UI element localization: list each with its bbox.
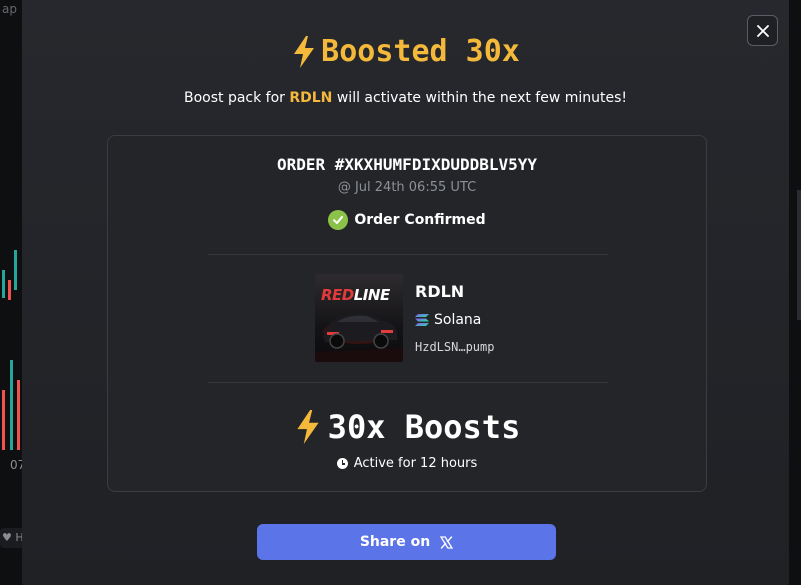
order-card: ORDER #XKXHUMFDIXDUDDBLV5YY @ Jul 24th 0… bbox=[107, 135, 707, 492]
subtitle-token-link: RDLN bbox=[289, 90, 333, 106]
token-image-logo-red: RED bbox=[321, 286, 354, 304]
background-candle bbox=[2, 270, 5, 298]
token-symbol: RDLN bbox=[415, 282, 465, 301]
share-button-label: Share on bbox=[359, 534, 431, 550]
background-candle bbox=[8, 280, 11, 300]
divider bbox=[208, 254, 608, 255]
lightning-bolt-icon bbox=[297, 410, 319, 444]
token-address[interactable]: HzdLSN…pump bbox=[415, 340, 494, 354]
order-timestamp: @ Jul 24th 06:55 UTC bbox=[337, 180, 477, 195]
order-status: Order Confirmed bbox=[108, 210, 706, 230]
token-chain-label: Solana bbox=[434, 312, 482, 328]
boost-confirmation-modal: Boosted 30x Boost pack for RDLN will act… bbox=[22, 0, 789, 585]
modal-title: Boosted 30x bbox=[321, 34, 520, 69]
lightning-bolt-icon bbox=[294, 35, 315, 68]
boost-duration: Active for 12 hours bbox=[108, 456, 706, 471]
subtitle-suffix: will activate within the next few minute… bbox=[332, 90, 628, 106]
background-candle bbox=[10, 360, 13, 450]
order-id: ORDER #XKXHUMFDIXDUDDBLV5YY bbox=[276, 155, 538, 174]
boost-summary: 30x Boosts bbox=[108, 408, 706, 446]
background-candle bbox=[17, 380, 20, 450]
boost-count: 30x Boosts bbox=[327, 408, 521, 446]
token-image-logo: REDLINE bbox=[321, 286, 390, 304]
subtitle-prefix: Boost pack for bbox=[183, 90, 290, 106]
share-on-x-button[interactable]: Share on bbox=[257, 524, 556, 560]
order-status-label: Order Confirmed bbox=[354, 212, 486, 228]
background-candle bbox=[2, 390, 5, 450]
x-logo-icon bbox=[440, 535, 454, 549]
clock-icon bbox=[336, 458, 348, 469]
modal-subtitle: Boost pack for RDLN will activate within… bbox=[22, 90, 789, 106]
divider bbox=[208, 382, 608, 383]
boost-duration-label: Active for 12 hours bbox=[353, 456, 478, 471]
solana-icon bbox=[415, 314, 429, 326]
modal-title-row: Boosted 30x bbox=[22, 34, 789, 69]
token-chain: Solana bbox=[415, 312, 481, 328]
background-scrollbar bbox=[797, 190, 801, 320]
background-candle bbox=[14, 250, 17, 290]
token-image-logo-white: LINE bbox=[353, 286, 390, 304]
check-circle-icon bbox=[328, 210, 349, 230]
token-image: REDLINE bbox=[315, 274, 403, 362]
